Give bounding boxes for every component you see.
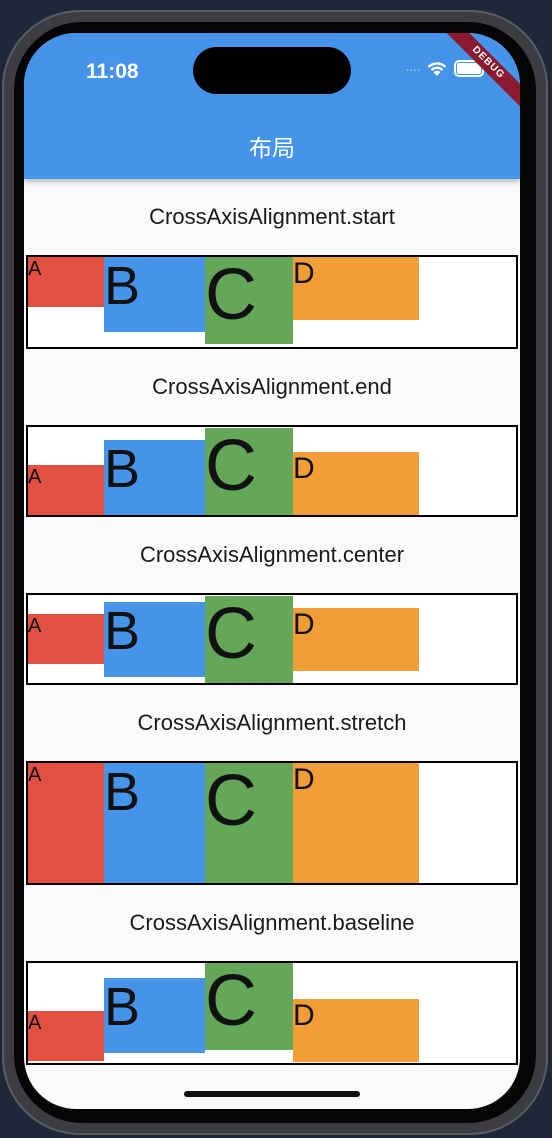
alignment-demo-row: ABCD <box>26 425 518 517</box>
alignment-demo-row: ABCD <box>26 761 518 885</box>
box-b: B <box>104 257 205 332</box>
box-a: A <box>28 465 104 515</box>
app-bar: 11:08 ···· 布局 DEBUG <box>24 33 520 179</box>
box-d: D <box>293 763 419 883</box>
box-a: A <box>28 763 104 883</box>
section-label: CrossAxisAlignment.start <box>24 179 520 255</box>
home-indicator[interactable] <box>184 1091 360 1097</box>
box-c: C <box>205 257 293 344</box>
box-d: D <box>293 257 419 320</box>
status-icons: ···· <box>405 60 487 77</box>
signal-icon: ···· <box>405 60 421 77</box>
box-a: A <box>28 614 104 664</box>
box-d: D <box>293 452 419 515</box>
alignment-demo-row: ABCD <box>26 255 518 349</box>
box-c: C <box>205 428 293 515</box>
box-c: C <box>205 963 293 1050</box>
box-d: D <box>293 607 419 671</box>
section-label: CrossAxisAlignment.end <box>24 349 520 425</box>
box-d: D <box>293 999 419 1062</box>
box-c: C <box>205 595 293 683</box>
alignment-demo-row: ABCD <box>26 961 518 1065</box>
page-title: 布局 <box>249 135 295 161</box>
box-b: B <box>104 763 205 883</box>
wifi-icon <box>427 61 447 76</box>
app-screen: 11:08 ···· 布局 DEBUG CrossAxisAlignment.s… <box>24 33 520 1109</box>
section-label: CrossAxisAlignment.stretch <box>24 685 520 761</box>
box-b: B <box>104 440 205 515</box>
dynamic-island <box>193 47 351 94</box>
box-a: A <box>28 1011 104 1061</box>
box-b: B <box>104 601 205 677</box>
box-b: B <box>104 977 205 1053</box>
box-c: C <box>205 763 293 883</box>
section-label: CrossAxisAlignment.center <box>24 517 520 593</box>
layout-list[interactable]: CrossAxisAlignment.start A B C D CrossAxisAli… <box>24 179 520 1065</box>
section-label: CrossAxisAlignment.baseline <box>24 885 520 961</box>
box-a: A <box>28 257 104 307</box>
status-time: 11:08 <box>86 60 139 83</box>
alignment-demo-row: ABCD <box>26 593 518 685</box>
